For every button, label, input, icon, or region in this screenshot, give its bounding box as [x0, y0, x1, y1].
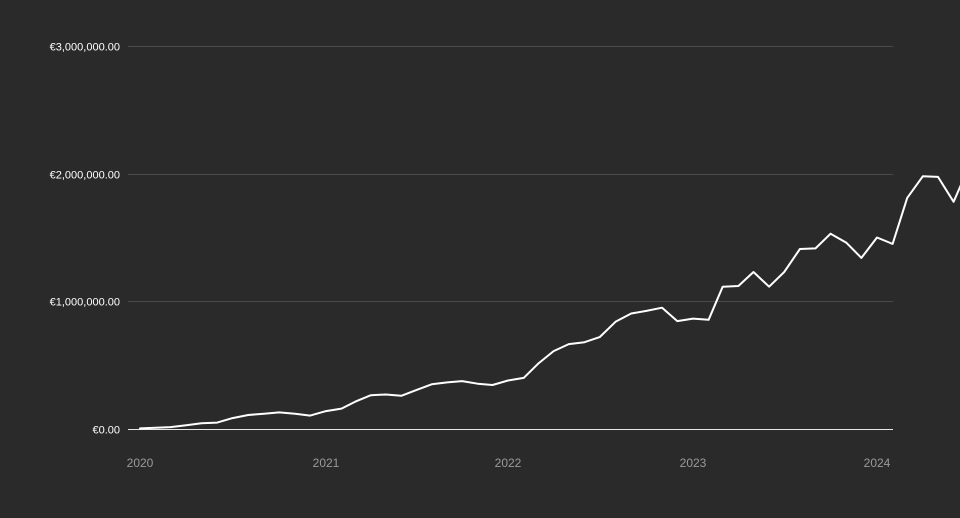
data-point[interactable] — [781, 269, 787, 275]
data-point[interactable] — [475, 381, 481, 387]
data-point[interactable] — [153, 425, 159, 431]
y-axis-tick-labels: €0.00 €1,000,000.00 €2,000,000.00 €3,000,00… — [50, 42, 120, 437]
data-point[interactable] — [706, 317, 712, 323]
x-tick-label: 2023 — [680, 456, 707, 470]
data-point[interactable] — [183, 422, 189, 428]
data-point[interactable] — [490, 382, 496, 388]
data-point[interactable] — [276, 409, 282, 415]
gridlines — [128, 46, 893, 430]
series-line — [139, 175, 960, 430]
data-point[interactable] — [413, 387, 419, 393]
data-point[interactable] — [659, 305, 665, 311]
data-point[interactable] — [168, 424, 174, 430]
data-point[interactable] — [352, 399, 358, 405]
data-point[interactable] — [874, 235, 880, 241]
data-point[interactable] — [766, 284, 772, 290]
data-point[interactable] — [535, 361, 541, 367]
data-point[interactable] — [597, 334, 603, 340]
chart: €0.00 €1,000,000.00 €2,000,000.00 €3,000,00… — [0, 0, 960, 518]
data-point[interactable] — [690, 316, 696, 322]
data-point[interactable] — [920, 173, 926, 179]
data-point[interactable] — [214, 420, 220, 426]
y-tick-label: €3,000,000.00 — [50, 42, 120, 54]
x-tick-label: 2022 — [495, 456, 522, 470]
data-point[interactable] — [245, 412, 251, 418]
data-point[interactable] — [797, 246, 803, 252]
data-point[interactable] — [505, 378, 511, 384]
data-point[interactable] — [383, 392, 389, 398]
x-axis-tick-labels: 2020 2021 2022 2023 2024 — [127, 456, 891, 470]
data-point[interactable] — [429, 381, 435, 387]
data-point[interactable] — [890, 241, 896, 247]
data-point[interactable] — [858, 255, 864, 261]
data-point[interactable] — [813, 245, 819, 251]
y-tick-label: €2,000,000.00 — [50, 170, 120, 182]
data-point[interactable] — [828, 231, 834, 237]
data-point[interactable] — [459, 378, 465, 384]
data-point[interactable] — [137, 425, 143, 431]
data-point[interactable] — [751, 269, 757, 275]
data-point[interactable] — [521, 375, 527, 381]
data-point[interactable] — [398, 393, 404, 399]
y-tick-label: €0.00 — [92, 425, 120, 437]
data-point[interactable] — [292, 411, 298, 417]
data-point[interactable] — [368, 392, 374, 398]
data-point[interactable] — [339, 406, 345, 412]
data-point[interactable] — [323, 408, 329, 414]
data-point[interactable] — [261, 411, 267, 417]
x-tick-label: 2024 — [864, 456, 891, 470]
data-point[interactable] — [643, 308, 649, 314]
data-point[interactable] — [566, 341, 572, 347]
x-tick-label: 2020 — [127, 456, 154, 470]
data-point[interactable] — [951, 199, 957, 205]
data-point[interactable] — [199, 420, 205, 426]
data-point[interactable] — [230, 415, 236, 421]
data-point[interactable] — [904, 195, 910, 201]
data-point[interactable] — [720, 284, 726, 290]
data-point[interactable] — [582, 339, 588, 345]
line-chart: €0.00 €1,000,000.00 €2,000,000.00 €3,000,00… — [50, 42, 960, 470]
data-point[interactable] — [444, 379, 450, 385]
data-point[interactable] — [735, 283, 741, 289]
data-point[interactable] — [628, 311, 634, 317]
data-point[interactable] — [307, 413, 313, 419]
data-point[interactable] — [613, 319, 619, 325]
data-point[interactable] — [551, 348, 557, 354]
data-point[interactable] — [674, 318, 680, 324]
data-point[interactable] — [843, 240, 849, 246]
data-point[interactable] — [935, 174, 941, 180]
x-tick-label: 2021 — [313, 456, 340, 470]
y-tick-label: €1,000,000.00 — [50, 297, 120, 309]
series-layer — [137, 173, 960, 431]
